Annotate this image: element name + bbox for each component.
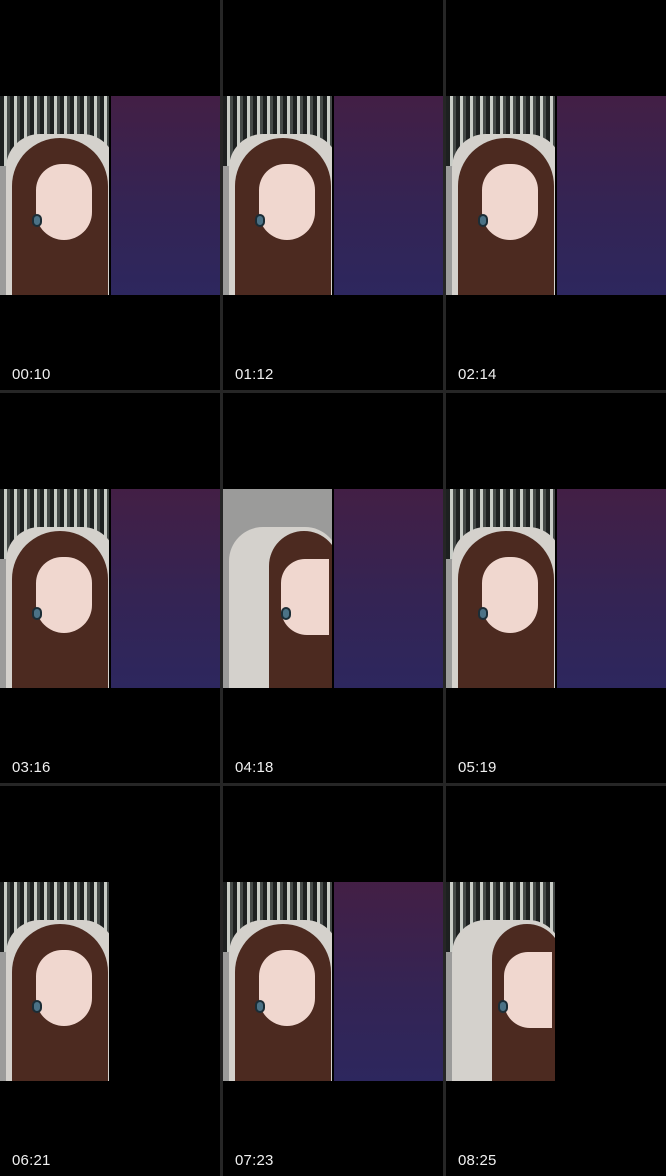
thumbnail-grid: 00:10 01:12 02:14 03:16 04:18 05:19 06:2… [0,0,666,1176]
timestamp-label: 04:18 [235,759,274,776]
purple-side-panel [111,489,220,688]
video-frame [223,882,332,1081]
thumbnail-preview [223,96,443,295]
thumbnail-preview [0,96,220,295]
earbud-icon [498,1000,508,1013]
earbud-icon [32,214,42,227]
thumbnail-preview [0,489,220,688]
purple-side-panel [334,882,443,1081]
timestamp-label: 02:14 [458,366,497,383]
earbud-icon [478,214,488,227]
video-frame [223,96,332,295]
purple-side-panel [111,96,220,295]
purple-side-panel [557,96,666,295]
thumbnail-preview [446,489,666,688]
timestamp-label: 06:21 [12,1152,51,1169]
earbud-icon [32,1000,42,1013]
video-frame [223,489,332,688]
timestamp-label: 05:19 [458,759,497,776]
thumbnail-preview [446,96,666,295]
thumbnail-preview [446,882,666,1081]
timestamp-label: 01:12 [235,366,274,383]
thumbnail-2[interactable]: 02:14 [446,0,666,390]
video-frame [446,96,555,295]
earbud-icon [281,607,291,620]
thumbnail-8[interactable]: 08:25 [446,786,666,1176]
timestamp-label: 08:25 [458,1152,497,1169]
video-frame [446,882,555,1081]
thumbnail-6[interactable]: 06:21 [0,786,220,1176]
video-frame [0,489,109,688]
purple-side-panel [334,489,443,688]
thumbnail-5[interactable]: 05:19 [446,393,666,783]
thumbnail-7[interactable]: 07:23 [223,786,443,1176]
thumbnail-3[interactable]: 03:16 [0,393,220,783]
timestamp-label: 00:10 [12,366,51,383]
video-frame [0,96,109,295]
thumbnail-4[interactable]: 04:18 [223,393,443,783]
timestamp-label: 07:23 [235,1152,274,1169]
thumbnail-0[interactable]: 00:10 [0,0,220,390]
thumbnail-preview [223,489,443,688]
earbud-icon [255,1000,265,1013]
video-frame [446,489,555,688]
earbud-icon [32,607,42,620]
thumbnail-preview [223,882,443,1081]
purple-side-panel [557,489,666,688]
earbud-icon [255,214,265,227]
thumbnail-preview [0,882,220,1081]
earbud-icon [478,607,488,620]
video-frame [0,882,109,1081]
purple-side-panel [334,96,443,295]
thumbnail-1[interactable]: 01:12 [223,0,443,390]
timestamp-label: 03:16 [12,759,51,776]
